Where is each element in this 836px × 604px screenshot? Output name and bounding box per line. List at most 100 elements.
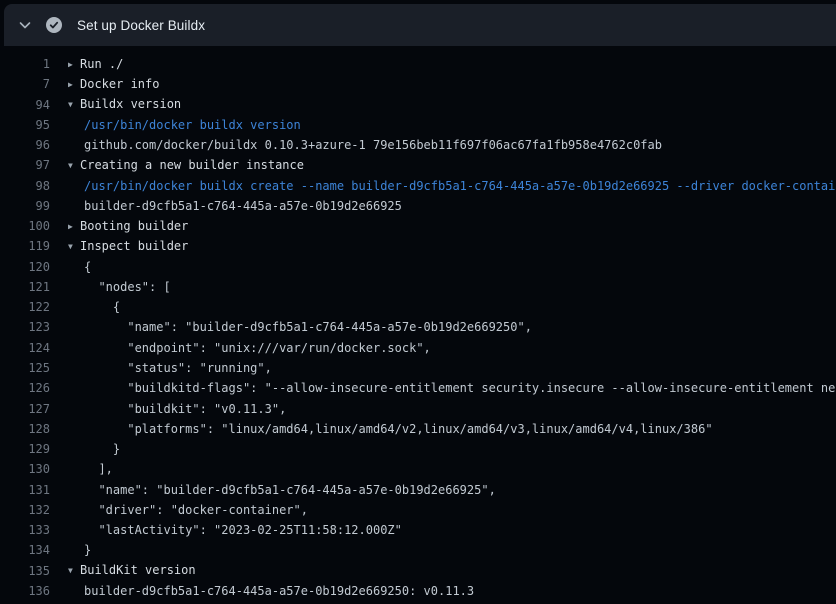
chevron-down-icon[interactable]	[17, 17, 33, 33]
log-viewer: 1▶Run ./7▶Docker info94▼Buildx version95…	[0, 46, 836, 604]
group-title[interactable]: Booting builder	[80, 219, 188, 233]
log-text-row: /usr/bin/docker buildx version	[68, 115, 301, 135]
log-text: "name": "builder-d9cfb5a1-c764-445a-a57e…	[84, 483, 496, 497]
log-text-row: "lastActivity": "2023-02-25T11:58:12.000…	[68, 520, 402, 540]
log-text-row: builder-d9cfb5a1-c764-445a-a57e-0b19d2e6…	[68, 581, 474, 601]
group-title[interactable]: Docker info	[80, 77, 159, 91]
line-number[interactable]: 128	[0, 419, 50, 439]
line-number[interactable]: 126	[0, 378, 50, 398]
line-number[interactable]: 129	[0, 439, 50, 459]
line-number[interactable]: 133	[0, 520, 50, 540]
log-line: 98/usr/bin/docker buildx create --name b…	[0, 176, 836, 196]
group-title[interactable]: Buildx version	[80, 97, 181, 111]
log-text-row: "endpoint": "unix:///var/run/docker.sock…	[68, 338, 431, 358]
line-number[interactable]: 124	[0, 338, 50, 358]
log-line: 99 builder-d9cfb5a1-c764-445a-a57e-0b19d2…	[0, 196, 836, 216]
log-line: 132 "driver": "docker-container",	[0, 500, 836, 520]
log-text: {	[84, 260, 91, 274]
group-title[interactable]: Run ./	[80, 57, 123, 71]
log-text: }	[84, 442, 120, 456]
log-text: "status": "running",	[84, 361, 272, 375]
line-number[interactable]: 99	[0, 196, 50, 216]
line-number[interactable]: 98	[0, 176, 50, 196]
line-number[interactable]: 122	[0, 297, 50, 317]
log-line: 125 "status": "running",	[0, 358, 836, 378]
log-text: "nodes": [	[84, 280, 171, 294]
group-title[interactable]: Inspect builder	[80, 239, 188, 253]
log-text-row: "buildkit": "v0.11.3",	[68, 399, 286, 419]
log-text: ],	[84, 462, 113, 476]
log-line: 120 {	[0, 257, 836, 277]
line-number[interactable]: 120	[0, 257, 50, 277]
line-number[interactable]: 1	[0, 54, 50, 74]
log-text: "name": "builder-d9cfb5a1-c764-445a-a57e…	[84, 320, 532, 334]
log-line: 97 ▼Creating a new builder instance	[0, 155, 836, 175]
log-text-row: }	[68, 439, 120, 459]
log-text-row: {	[68, 257, 91, 277]
log-group-row: ▼Inspect builder	[68, 236, 188, 257]
line-number[interactable]: 7	[0, 74, 50, 94]
line-number[interactable]: 119	[0, 236, 50, 256]
log-line: 94 ▼Buildx version	[0, 95, 836, 115]
line-number[interactable]: 97	[0, 155, 50, 175]
log-text: builder-d9cfb5a1-c764-445a-a57e-0b19d2e6…	[84, 584, 474, 598]
log-text: {	[84, 300, 120, 314]
line-number[interactable]: 136	[0, 581, 50, 601]
log-line: 134}	[0, 540, 836, 560]
log-text: "buildkitd-flags": "--allow-insecure-ent…	[84, 381, 836, 395]
log-text: "driver": "docker-container",	[84, 503, 308, 517]
log-line: 121 "nodes": [	[0, 277, 836, 297]
log-line: 126 "buildkitd-flags": "--allow-insecure…	[0, 378, 836, 398]
line-number[interactable]: 100	[0, 216, 50, 236]
log-text-row: {	[68, 297, 120, 317]
log-line: 96 github.com/docker/buildx 0.10.3+azure-…	[0, 135, 836, 155]
triangle-expanded-icon[interactable]: ▼	[68, 95, 80, 115]
line-number[interactable]: 94	[0, 95, 50, 115]
triangle-collapsed-icon[interactable]: ▶	[68, 217, 80, 237]
log-group-row: ▼Creating a new builder instance	[68, 155, 304, 176]
log-text-row: github.com/docker/buildx 0.10.3+azure-1 …	[68, 135, 662, 155]
log-text: "buildkit": "v0.11.3",	[84, 402, 286, 416]
triangle-expanded-icon[interactable]: ▼	[68, 237, 80, 257]
group-title[interactable]: Creating a new builder instance	[80, 158, 304, 172]
step-title: Set up Docker Buildx	[77, 18, 205, 33]
log-line: 130 ],	[0, 459, 836, 479]
log-text-row: builder-d9cfb5a1-c764-445a-a57e-0b19d2e6…	[68, 196, 402, 216]
log-text-row: ],	[68, 459, 113, 479]
line-number[interactable]: 127	[0, 399, 50, 419]
group-title[interactable]: BuildKit version	[80, 563, 196, 577]
line-number[interactable]: 96	[0, 135, 50, 155]
log-group-row: ▼BuildKit version	[68, 560, 196, 581]
log-group-row: ▼Buildx version	[68, 94, 181, 115]
log-text-row: "driver": "docker-container",	[68, 500, 308, 520]
triangle-collapsed-icon[interactable]: ▶	[68, 75, 80, 95]
log-text-row: /usr/bin/docker buildx create --name bui…	[68, 176, 836, 196]
line-number[interactable]: 130	[0, 459, 50, 479]
log-line: 131 "name": "builder-d9cfb5a1-c764-445a-…	[0, 480, 836, 500]
check-circle-icon	[46, 17, 62, 33]
log-line: 119 ▼Inspect builder	[0, 236, 836, 256]
line-number[interactable]: 131	[0, 480, 50, 500]
log-line: 135 ▼BuildKit version	[0, 561, 836, 581]
log-text-row: "status": "running",	[68, 358, 272, 378]
line-number[interactable]: 134	[0, 540, 50, 560]
log-group-row: ▶Run ./	[68, 54, 123, 75]
log-line: 122 {	[0, 297, 836, 317]
line-number[interactable]: 135	[0, 561, 50, 581]
line-number[interactable]: 125	[0, 358, 50, 378]
line-number[interactable]: 132	[0, 500, 50, 520]
log-text: github.com/docker/buildx 0.10.3+azure-1 …	[84, 138, 662, 152]
line-number[interactable]: 123	[0, 317, 50, 337]
triangle-expanded-icon[interactable]: ▼	[68, 156, 80, 176]
log-group-row: ▶Docker info	[68, 74, 159, 95]
log-text: builder-d9cfb5a1-c764-445a-a57e-0b19d2e6…	[84, 199, 402, 213]
triangle-collapsed-icon[interactable]: ▶	[68, 55, 80, 75]
step-header[interactable]: Set up Docker Buildx	[4, 4, 836, 46]
log-text-row: "nodes": [	[68, 277, 171, 297]
log-text-row: "buildkitd-flags": "--allow-insecure-ent…	[68, 378, 836, 398]
line-number[interactable]: 95	[0, 115, 50, 135]
line-number[interactable]: 121	[0, 277, 50, 297]
log-text: /usr/bin/docker buildx create --name bui…	[84, 179, 836, 193]
log-line: 124 "endpoint": "unix:///var/run/docker.…	[0, 338, 836, 358]
triangle-expanded-icon[interactable]: ▼	[68, 561, 80, 581]
